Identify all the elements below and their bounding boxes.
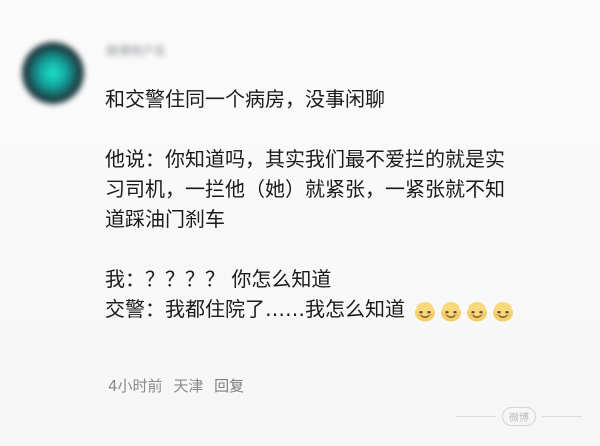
comment-line-6: 交警：我都住院了……我怎么知道 (105, 294, 595, 324)
comment-body: 和交警住同一个病房，没事闲聊 他说：你知道吗，其实我们最不爱拦的就是实 习司机，… (105, 84, 595, 324)
comment-gap-2 (105, 234, 595, 264)
watermark-line-left (456, 415, 496, 417)
comment-time: 4小时前 (108, 377, 163, 395)
watermark-line-right (542, 415, 582, 417)
comment-gap-1 (105, 114, 595, 144)
reply-button[interactable]: 回复 (214, 377, 244, 395)
emoji-row (413, 299, 515, 323)
comment-screen: 微博用户名 和交警住同一个病房，没事闲聊 他说：你知道吗，其实我们最不爱拦的就是… (0, 0, 600, 446)
watermark: 微博 (456, 404, 582, 428)
laughing-face-icon (491, 299, 515, 323)
comment-line-4: 道踩油门刹车 (105, 207, 225, 231)
comment-line-3: 习司机，一拦他（她）就紧张，一紧张就不知 (105, 177, 505, 201)
avatar[interactable] (22, 42, 84, 104)
username[interactable]: 微博用户名 (106, 44, 216, 58)
comment-meta: 4小时前 天津 回复 (108, 377, 250, 395)
comment-line-6-text: 交警：我都住院了……我怎么知道 (105, 297, 405, 321)
comment-line-2: 他说：你知道吗，其实我们最不爱拦的就是实 (105, 147, 505, 171)
laughing-face-icon (465, 299, 489, 323)
watermark-badge: 微博 (502, 406, 536, 426)
comment-line-1: 和交警住同一个病房，没事闲聊 (105, 87, 385, 111)
laughing-face-icon (439, 299, 463, 323)
comment-line-5: 我：？？？？ 你怎么知道 (105, 267, 332, 291)
laughing-face-icon (413, 299, 437, 323)
comment-location: 天津 (173, 377, 204, 395)
